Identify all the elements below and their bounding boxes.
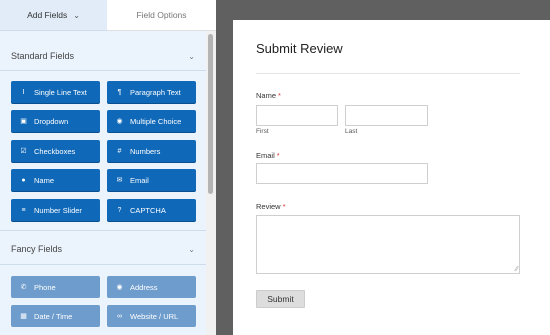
field-button-numbers[interactable]: # Numbers [107, 140, 196, 162]
divider [0, 264, 206, 265]
first-name-input[interactable] [256, 105, 338, 126]
form-preview: Submit Review Name * First Last Email * Re… [233, 20, 550, 335]
required-marker: * [276, 151, 280, 160]
fields-panel: Add Fields ⌄ Field Options Standard Fiel… [0, 0, 216, 335]
radio-icon: ◉ [116, 118, 123, 125]
tab-field-options[interactable]: Field Options [107, 0, 216, 31]
field-button-label: Dropdown [34, 116, 69, 126]
checkbox-icon: ☑ [20, 148, 27, 155]
field-button-label: CAPTCHA [130, 205, 166, 215]
sliders-icon: ≡ [21, 206, 26, 214]
field-button-phone[interactable]: ✆ Phone [11, 276, 100, 298]
field-button-multiple-choice[interactable]: ◉ Multiple Choice [107, 110, 196, 132]
tab-add-fields[interactable]: Add Fields ⌄ [0, 0, 107, 31]
review-label: Review * [256, 202, 286, 211]
hash-icon: # [117, 147, 122, 155]
field-button-label: Address [130, 282, 158, 292]
last-name-input[interactable] [345, 105, 428, 126]
link-icon: ∞ [117, 312, 122, 320]
fancy-fields-header[interactable]: Fancy Fields ⌄ [11, 241, 195, 257]
field-button-paragraph-text[interactable]: ¶ Paragraph Text [107, 81, 196, 103]
field-button-address[interactable]: ◉ Address [107, 276, 196, 298]
question-circle-icon: ? [117, 206, 122, 214]
email-label: Email * [256, 151, 280, 160]
field-button-label: Paragraph Text [130, 87, 181, 97]
tab-field-options-label: Field Options [136, 10, 187, 20]
field-button-number-slider[interactable]: ≡ Number Slider [11, 199, 100, 221]
section-title: Fancy Fields [11, 244, 63, 254]
name-label: Name * [256, 91, 281, 100]
divider [0, 230, 206, 231]
required-marker: * [278, 91, 281, 100]
field-button-label: Website / URL [130, 311, 179, 321]
email-label-text: Email [256, 151, 275, 160]
divider [256, 73, 520, 74]
calendar-icon: ▦ [20, 313, 27, 320]
chevron-down-icon: ⌄ [188, 51, 195, 61]
field-button-date-time[interactable]: ▦ Date / Time [11, 305, 100, 327]
map-marker-icon: ◉ [116, 284, 123, 291]
divider [0, 70, 206, 71]
review-label-text: Review [256, 202, 281, 211]
field-button-label: Number Slider [34, 205, 82, 215]
field-button-checkboxes[interactable]: ☑ Checkboxes [11, 140, 100, 162]
field-button-label: Checkboxes [34, 146, 76, 156]
field-button-name[interactable]: ● Name [11, 169, 100, 191]
name-label-text: Name [256, 91, 277, 100]
field-button-single-line-text[interactable]: I Single Line Text [11, 81, 100, 103]
resize-handle-icon[interactable]: ∕∕ [516, 266, 518, 273]
field-button-label: Email [130, 175, 149, 185]
field-button-email[interactable]: ✉ Email [107, 169, 196, 191]
section-title: Standard Fields [11, 51, 75, 61]
review-textarea[interactable]: ∕∕ [256, 215, 520, 274]
user-icon: ● [21, 176, 26, 184]
last-sublabel: Last [345, 128, 358, 135]
field-button-captcha[interactable]: ? CAPTCHA [107, 199, 196, 221]
field-button-label: Name [34, 175, 55, 185]
chevron-down-icon: ⌄ [188, 244, 195, 254]
field-button-label: Numbers [130, 146, 161, 156]
form-title: Submit Review [256, 41, 343, 56]
email-field[interactable] [256, 163, 428, 184]
text-cursor-icon: I [22, 88, 25, 96]
first-sublabel: First [256, 128, 269, 135]
standard-fields-header[interactable]: Standard Fields ⌄ [11, 48, 195, 64]
envelope-icon: ✉ [116, 177, 123, 184]
paragraph-icon: ¶ [117, 88, 122, 96]
field-button-label: Single Line Text [34, 87, 87, 97]
scrollbar-thumb[interactable] [208, 34, 213, 194]
required-marker: * [282, 202, 286, 211]
field-button-website-url[interactable]: ∞ Website / URL [107, 305, 196, 327]
dropdown-icon: ▣ [20, 118, 27, 125]
field-button-label: Date / Time [34, 311, 73, 321]
tab-add-fields-label: Add Fields [27, 10, 68, 20]
field-button-dropdown[interactable]: ▣ Dropdown [11, 110, 100, 132]
chevron-down-icon: ⌄ [73, 10, 80, 20]
phone-icon: ✆ [20, 284, 27, 291]
field-button-label: Phone [34, 282, 56, 292]
submit-button[interactable]: Submit [256, 290, 305, 308]
field-button-label: Multiple Choice [130, 116, 182, 126]
panel-tabs: Add Fields ⌄ Field Options [0, 0, 216, 31]
